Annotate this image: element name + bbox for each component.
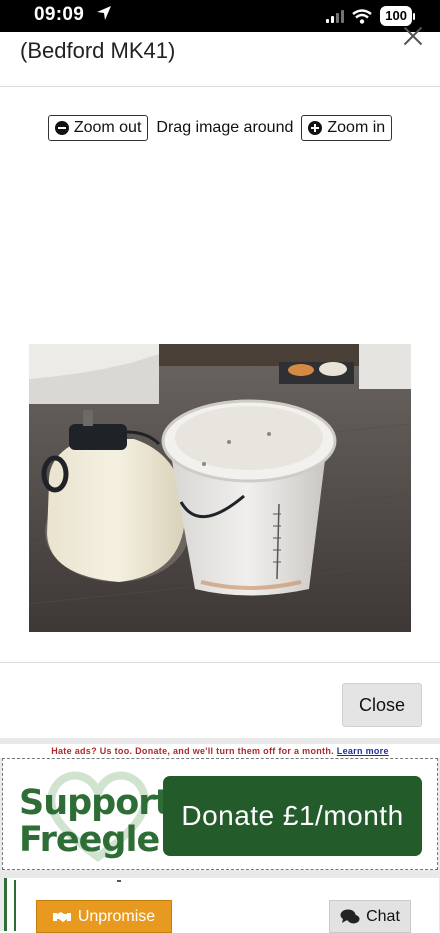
chat-label: Chat bbox=[366, 907, 400, 925]
donate-banner: Support Freegle Donate £1/month bbox=[2, 758, 438, 870]
support-freegle-logo: Support Freegle bbox=[19, 783, 171, 860]
wifi-icon bbox=[352, 8, 373, 24]
chat-icon bbox=[340, 909, 360, 923]
zoom-in-label: Zoom in bbox=[327, 119, 386, 136]
modal-footer: Close bbox=[0, 662, 440, 739]
modal-header: (Bedford MK41) bbox=[0, 32, 440, 87]
item-photo[interactable] bbox=[29, 344, 411, 632]
learn-more-link[interactable]: Learn more bbox=[337, 746, 389, 756]
status-right: 100 bbox=[326, 6, 415, 26]
signal-icon bbox=[326, 9, 345, 23]
zoom-out-icon bbox=[54, 121, 69, 135]
modal-title: (Bedford MK41) bbox=[20, 38, 176, 63]
ad-note: Hate ads? Us too. Donate, and we'll turn… bbox=[0, 744, 440, 758]
close-button[interactable]: Close bbox=[342, 683, 422, 727]
zoom-out-button[interactable]: Zoom out bbox=[47, 115, 149, 141]
zoom-in-icon bbox=[308, 121, 323, 135]
handshake-icon bbox=[52, 911, 71, 922]
zoom-out-label: Zoom out bbox=[73, 119, 142, 136]
chat-button[interactable]: Chat bbox=[329, 900, 411, 933]
drag-hint: Drag image around bbox=[156, 119, 294, 136]
zoom-in-button[interactable]: Zoom in bbox=[301, 115, 393, 141]
brand-line-2: Freegle bbox=[19, 820, 160, 860]
card-accent-line bbox=[14, 880, 16, 931]
donate-button[interactable]: Donate £1/month bbox=[163, 776, 422, 856]
ad-note-text: Hate ads? Us too. Donate, and we'll turn… bbox=[51, 746, 334, 756]
location-arrow-icon bbox=[97, 6, 111, 20]
zoom-controls: Zoom out Drag image around Zoom in bbox=[0, 114, 440, 142]
unpromise-button[interactable]: Unpromise bbox=[36, 900, 172, 933]
status-bar: 09:09 100 bbox=[0, 0, 440, 32]
brand-line-1: Support bbox=[19, 783, 171, 823]
unpromise-label: Unpromise bbox=[77, 907, 156, 925]
status-time: 09:09 bbox=[34, 4, 85, 25]
divider-mark bbox=[117, 880, 121, 882]
battery-icon: 100 bbox=[380, 6, 415, 26]
close-icon[interactable] bbox=[402, 24, 424, 46]
